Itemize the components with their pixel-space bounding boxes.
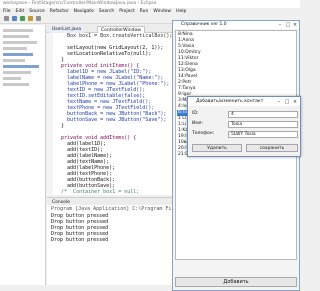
save-button[interactable]: сохранить [246,144,298,152]
debug-icon[interactable] [28,16,33,21]
eclipse-title: workspace - FirstStage/src/Controller/Ma… [0,0,300,8]
close-icon[interactable]: × [292,22,298,28]
delete-button[interactable]: Удалить [192,144,242,152]
tree-item[interactable] [3,41,37,44]
menu-help[interactable]: Help [176,8,186,15]
name-field[interactable]: Tosia [228,121,298,128]
phone-field[interactable]: 5LWY Tosia [228,131,298,138]
edit-contact-dialog: Добавить/изменить контакт – □ × ID: 4 Им… [187,96,301,157]
tab-controller[interactable]: ControllerWindow [97,26,145,33]
add-contact-button[interactable]: Добавить [175,277,297,287]
tree-item[interactable] [3,47,27,50]
id-label: ID: [192,111,199,116]
tab-userlist[interactable]: UserList.java [49,26,84,33]
maximize-icon[interactable]: □ [284,99,290,105]
tree-item[interactable] [3,35,29,38]
package-explorer[interactable] [0,25,46,285]
console-line: Drop button pressed [51,237,109,243]
menu-search[interactable]: Search [99,8,114,15]
new-icon[interactable] [4,16,9,21]
code-line: Box box1 = Box.createVerticalBox(); [55,33,173,39]
tree-item[interactable] [3,71,31,74]
eclipse-menu-bar: File Edit Source Refactor Navigate Searc… [0,8,300,15]
tree-item-selected[interactable] [3,53,33,56]
tree-item[interactable] [3,29,33,32]
menu-window[interactable]: Window [153,8,171,15]
tree-item[interactable] [3,59,25,62]
menu-navigate[interactable]: Navigate [74,8,94,15]
search-icon[interactable] [36,16,41,21]
maximize-icon[interactable]: □ [285,22,291,28]
editor-gutter [47,33,53,195]
close-icon[interactable]: × [292,99,298,105]
menu-run[interactable]: Run [140,8,149,15]
name-label: Имя: [192,121,203,126]
tree-item[interactable] [3,77,21,80]
minimize-icon[interactable]: – [277,22,283,28]
code-line: buttonSave = new JButton("Save"); [55,117,167,123]
code-line: /* Container box1 = null; [55,189,140,195]
menu-file[interactable]: File [3,8,11,15]
minimize-icon[interactable]: – [276,99,282,105]
code-line: } [55,123,65,129]
menu-edit[interactable]: Edit [16,8,25,15]
phone-label: Телефон: [192,131,215,136]
menu-project[interactable]: Project [119,8,134,15]
menu-source[interactable]: Source [29,8,44,15]
id-field[interactable]: 4 [228,111,298,118]
save-icon[interactable] [12,16,17,21]
code-line: setLocationRelativeTo(null); [55,51,152,57]
tree-item[interactable] [3,83,29,86]
tree-item[interactable] [3,65,39,68]
menu-refactor[interactable]: Refactor [50,8,69,15]
run-icon[interactable] [20,16,25,21]
